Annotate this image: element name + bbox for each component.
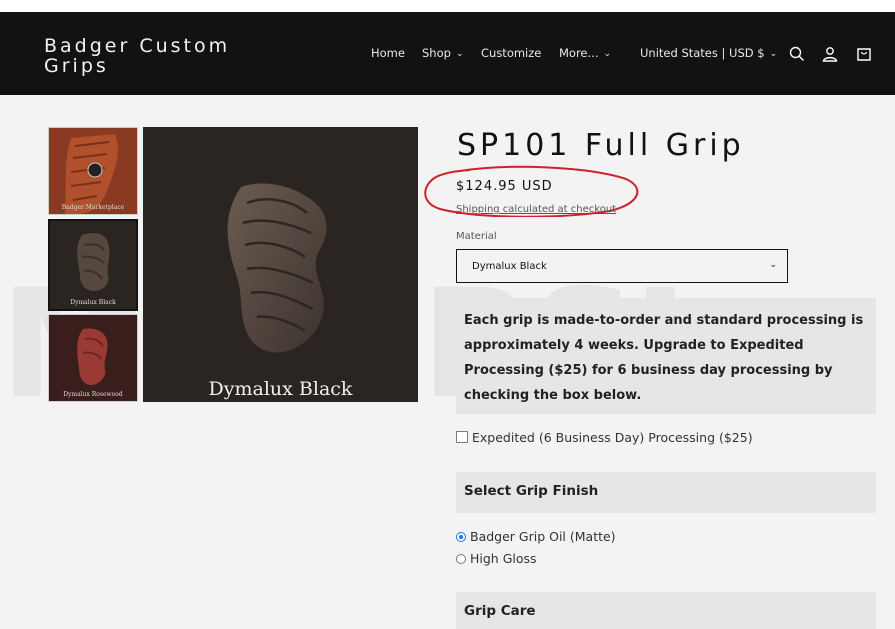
expedited-checkbox[interactable] bbox=[456, 431, 468, 443]
grip-image bbox=[227, 183, 327, 353]
product-price: $124.95 USD bbox=[456, 179, 553, 194]
nav-customize[interactable]: Customize bbox=[481, 46, 541, 60]
locale-selector[interactable]: United States | USD $ ⌄ bbox=[640, 46, 777, 60]
chevron-down-icon: ⌄ bbox=[769, 260, 777, 270]
nav-shop[interactable]: Shop ⌄ bbox=[422, 46, 463, 60]
grip-care-heading[interactable]: Grip Care bbox=[456, 592, 876, 629]
thumbnail-caption: Dymalux Black bbox=[70, 299, 116, 306]
radio-button[interactable] bbox=[456, 554, 466, 564]
thumbnail-2[interactable]: Dymalux Black bbox=[48, 219, 138, 311]
processing-notice-text: Each grip is made-to-order and standard … bbox=[464, 313, 864, 403]
material-label: Material bbox=[456, 231, 497, 242]
product-title: SP101 Full Grip bbox=[457, 128, 745, 163]
grip-image bbox=[65, 134, 118, 214]
finish-heading: Select Grip Finish bbox=[456, 472, 876, 513]
nav-home[interactable]: Home bbox=[371, 46, 405, 60]
nav-more[interactable]: More... ⌄ bbox=[559, 46, 611, 60]
material-select[interactable]: Dymalux Black ⌄ bbox=[456, 249, 788, 283]
shipping-link[interactable]: Shipping calculated at checkout bbox=[456, 204, 616, 215]
finish-option-label: High Gloss bbox=[470, 551, 537, 566]
chevron-down-icon: ⌄ bbox=[603, 49, 612, 59]
finish-option-gloss[interactable]: High Gloss bbox=[456, 551, 537, 566]
account-icon[interactable] bbox=[821, 45, 839, 63]
finish-option-matte[interactable]: Badger Grip Oil (Matte) bbox=[456, 529, 616, 544]
radio-button[interactable] bbox=[456, 532, 466, 542]
expedited-option[interactable]: Expedited (6 Business Day) Processing ($… bbox=[456, 430, 753, 445]
thumbnail-caption: Badger Marketplace bbox=[61, 204, 125, 211]
main-image-caption: Dymalux Black bbox=[208, 378, 353, 400]
brand-logo[interactable]: Badger Custom Grips bbox=[44, 36, 284, 76]
chevron-down-icon: ⌄ bbox=[455, 49, 464, 59]
search-icon[interactable] bbox=[788, 45, 806, 63]
material-select-value: Dymalux Black bbox=[472, 261, 547, 272]
expedited-label: Expedited (6 Business Day) Processing ($… bbox=[472, 430, 753, 445]
thumbnail-3[interactable]: Dymalux Rosewood bbox=[48, 314, 138, 402]
site-header: Badger Custom Grips Home Shop ⌄ Customize… bbox=[0, 12, 895, 95]
main-product-image[interactable]: Dymalux Black bbox=[143, 127, 418, 402]
grip-image bbox=[77, 328, 108, 385]
cart-icon[interactable] bbox=[855, 45, 873, 63]
thumbnail-1[interactable]: Badger Marketplace bbox=[48, 127, 138, 215]
grip-image bbox=[77, 233, 110, 291]
finish-option-label: Badger Grip Oil (Matte) bbox=[470, 529, 616, 544]
chevron-down-icon: ⌄ bbox=[769, 49, 778, 59]
processing-notice: Each grip is made-to-order and standard … bbox=[456, 298, 876, 414]
thumbnail-caption: Dymalux Rosewood bbox=[63, 391, 123, 398]
